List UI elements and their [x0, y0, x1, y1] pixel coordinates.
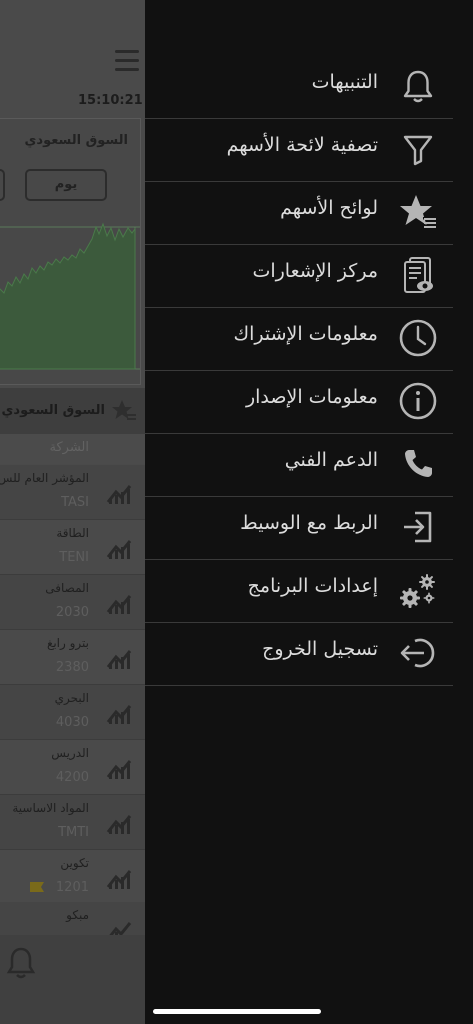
menu-item-alerts[interactable]: التنبيهات: [145, 55, 453, 119]
bell-icon: [403, 70, 433, 103]
stock-row[interactable]: المواد الاساسية TMTI: [0, 795, 145, 850]
stock-row[interactable]: بترو رابغ 2380: [0, 630, 145, 685]
menu-item-app-settings[interactable]: إعدادات البرنامج: [145, 559, 453, 623]
menu-item-label: إعدادات البرنامج: [247, 575, 378, 597]
period-button[interactable]: [0, 169, 5, 201]
bell-icon[interactable]: [6, 946, 36, 980]
menu-item-version-info[interactable]: معلومات الإصدار: [145, 370, 453, 434]
info-icon: [399, 382, 437, 420]
stock-row[interactable]: المصافى 2030: [0, 575, 145, 630]
stock-name: الطاقة: [56, 526, 89, 540]
sign-in-icon: [404, 511, 432, 543]
notification-document-icon: [404, 257, 433, 293]
chart-trend-icon[interactable]: [106, 480, 134, 506]
stock-code: 1201: [55, 880, 89, 895]
menu-item-logout[interactable]: تسجيل الخروج: [145, 622, 453, 686]
app-screen: 15:10:21 السوق السعودي يوم السوق السعودي…: [0, 0, 473, 1024]
market-name: السوق السعودي: [24, 133, 128, 148]
stock-name: مبكو: [66, 908, 89, 922]
watchlist-title: السوق السعودي: [1, 403, 105, 418]
menu-item-label: لوائح الأسهم: [280, 197, 378, 219]
chart-trend-icon[interactable]: [106, 535, 134, 561]
stock-code: 4030: [55, 715, 89, 730]
star-list-icon[interactable]: [111, 399, 137, 423]
chart-trend-icon[interactable]: [106, 645, 134, 671]
stock-code: 2380: [55, 660, 89, 675]
stock-row[interactable]: البحري 4030: [0, 685, 145, 740]
side-drawer-menu: التنبيهات تصفية لائحة الأسهم لوائح الأسه…: [145, 0, 473, 1024]
menu-item-broker-link[interactable]: الربط مع الوسيط: [145, 496, 453, 560]
stock-code: 2030: [55, 605, 89, 620]
chart-trend-icon[interactable]: [106, 810, 134, 836]
menu-item-stock-lists[interactable]: لوائح الأسهم: [145, 181, 453, 245]
company-column-header: الشركة: [0, 434, 145, 464]
stock-name: بترو رابغ: [46, 636, 89, 650]
market-card: السوق السعودي يوم: [0, 118, 141, 385]
bottom-tab-bar: [0, 935, 145, 1024]
stock-row[interactable]: الطاقة TENI: [0, 520, 145, 575]
stock-name: تكوين: [60, 856, 89, 870]
stock-name: المواد الاساسية: [12, 801, 89, 815]
menu-item-label: الدعم الفني: [284, 449, 378, 471]
stock-name: المصافى: [45, 581, 89, 595]
menu-item-label: معلومات الإشتراك: [233, 323, 378, 345]
stock-row[interactable]: تكوين 1201: [0, 850, 145, 905]
stock-name: الدريس: [51, 746, 89, 760]
menu-item-subscription-info[interactable]: معلومات الإشتراك: [145, 307, 453, 371]
watchlist-header[interactable]: السوق السعودي: [0, 388, 145, 434]
stock-row[interactable]: مبكو: [0, 902, 145, 941]
background-app-overlay[interactable]: 15:10:21 السوق السعودي يوم السوق السعودي…: [0, 0, 145, 1024]
day-button[interactable]: يوم: [25, 169, 107, 201]
home-indicator[interactable]: [153, 1009, 321, 1014]
flag-icon: [30, 882, 44, 892]
clock-icon: [399, 319, 437, 357]
market-chart: [0, 222, 140, 370]
chart-trend-icon[interactable]: [106, 865, 134, 891]
clock-time: 15:10:21: [78, 93, 143, 108]
chart-trend-icon[interactable]: [106, 700, 134, 726]
menu-item-filter-stocks[interactable]: تصفية لائحة الأسهم: [145, 118, 453, 182]
stock-code: TENI: [59, 550, 89, 565]
menu-item-label: معلومات الإصدار: [245, 386, 378, 408]
gears-icon: [400, 574, 435, 608]
chart-area: [0, 222, 136, 370]
phone-icon: [405, 450, 432, 477]
stock-name: المؤشر العام للس: [0, 471, 89, 485]
logout-icon: [400, 638, 435, 668]
menu-item-technical-support[interactable]: الدعم الفني: [145, 433, 453, 497]
company-column-label: الشركة: [49, 440, 89, 455]
menu-item-label: تسجيل الخروج: [262, 638, 378, 660]
chart-trend-icon[interactable]: [106, 590, 134, 616]
menu-item-label: مركز الإشعارات: [252, 260, 378, 282]
menu-item-label: التنبيهات: [311, 71, 378, 93]
hamburger-menu-icon[interactable]: [115, 50, 139, 72]
stock-code: 4200: [55, 770, 89, 785]
stock-row[interactable]: الدريس 4200: [0, 740, 145, 795]
stock-row[interactable]: المؤشر العام للس TASI: [0, 465, 145, 520]
stock-code: TASI: [61, 495, 89, 510]
menu-item-notification-center[interactable]: مركز الإشعارات: [145, 244, 453, 308]
menu-item-label: تصفية لائحة الأسهم: [226, 134, 378, 156]
filter-icon: [403, 135, 433, 166]
chart-trend-icon[interactable]: [106, 755, 134, 781]
star-list-icon: [400, 195, 436, 228]
menu-item-label: الربط مع الوسيط: [240, 512, 378, 534]
stock-code: TMTI: [58, 825, 89, 840]
stock-name: البحري: [54, 691, 89, 705]
